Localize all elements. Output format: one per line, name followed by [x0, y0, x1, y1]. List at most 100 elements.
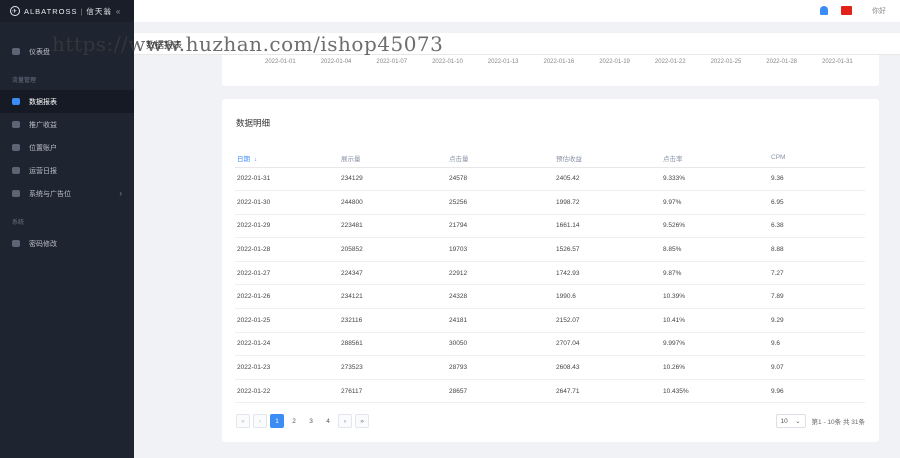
table-cell: 2405.42 [554, 167, 661, 192]
page-button-1[interactable]: 1 [270, 414, 284, 428]
table-row: 2022-01-29 223481 21794 1661.14 9.526% 6.38 [235, 214, 865, 239]
brand: ✈ ALBATROSS | 信天翁 « [0, 0, 134, 22]
sidebar-item-system-adslot[interactable]: 系统与广告位 › [0, 182, 134, 205]
table-cell: 9.997% [661, 332, 769, 357]
table-cell: 276117 [339, 379, 447, 404]
table-cell: 8.88 [769, 237, 865, 262]
chart-x-tick: 2022-01-01 [265, 59, 296, 65]
table-cell: 1526.57 [554, 237, 661, 262]
chevron-down-icon: ⌄ [795, 418, 801, 425]
topbar: 你好 [134, 0, 900, 22]
chart-x-tick: 2022-01-31 [822, 59, 853, 65]
table-cell: 6.95 [769, 190, 865, 215]
sidebar: ✈ ALBATROSS | 信天翁 « 仪表盘 流量管理 数据报表 推广收益 位… [0, 0, 134, 458]
next-page-button[interactable]: › [338, 414, 352, 428]
table-row: 2022-01-25 232116 24181 2152.07 10.41% 9.29 [235, 308, 865, 333]
table-cell: 1998.72 [554, 190, 661, 215]
wallet-icon [12, 121, 20, 128]
table-cell: 223481 [339, 214, 447, 239]
nav-group-system: 系统 [12, 220, 25, 226]
table-cell: 2022-01-29 [235, 214, 339, 239]
table-cell: 205852 [339, 237, 447, 262]
table-cell: 9.526% [661, 214, 769, 239]
sidebar-item-label: 位置账户 [29, 144, 57, 152]
table-cell: 28657 [447, 379, 554, 404]
pagination: « ‹ 1 2 3 4 › » [236, 414, 369, 428]
chart-x-tick: 2022-01-10 [432, 59, 463, 65]
language-flag-icon[interactable] [841, 6, 852, 15]
table-cell: 19703 [447, 237, 554, 262]
chart-x-tick: 2022-01-19 [599, 59, 630, 65]
sidebar-item-data-report[interactable]: 数据报表 [0, 90, 134, 113]
table-cell: 28793 [447, 355, 554, 380]
sort-desc-icon[interactable]: ↓ [254, 156, 257, 163]
table-cell: 234121 [339, 284, 447, 310]
table-cell: 2022-01-27 [235, 261, 339, 286]
sidebar-item-change-password[interactable]: 密码修改 [0, 232, 134, 255]
page-button-4[interactable]: 4 [321, 414, 335, 428]
table-cell: 9.07 [769, 355, 865, 380]
chart-x-tick: 2022-01-25 [710, 59, 742, 65]
user-menu[interactable]: 你好 [872, 6, 886, 16]
shield-icon [12, 240, 20, 247]
chart-icon [12, 167, 20, 174]
table-cell: 2022-01-25 [235, 308, 339, 333]
table-row: 2022-01-30 244800 25256 1998.72 9.97% 6.95 [235, 190, 865, 215]
table-cell: 22912 [447, 261, 554, 286]
chart-x-tick: 2022-01-07 [376, 59, 408, 65]
table-header-row: 日期 ↓ 展示量 点击量 预估收益 点击率 CPM [235, 149, 865, 168]
brand-name: ALBATROSS [24, 6, 78, 16]
table-cell: 234129 [339, 167, 447, 192]
sidebar-item-daily-report[interactable]: 运营日报 [0, 159, 134, 182]
table-cell: 2022-01-22 [235, 379, 339, 404]
col-header-ctr[interactable]: 点击率 [661, 149, 769, 168]
data-detail-card: 数据明细 日期 ↓ 展示量 点击量 预估收益 点击率 CPM 2022-01-31… [222, 99, 879, 442]
sidebar-item-dashboard[interactable]: 仪表盘 [0, 40, 134, 63]
col-header-revenue[interactable]: 预估收益 [554, 149, 661, 168]
table-cell: 7.89 [769, 284, 865, 310]
col-header-impressions[interactable]: 展示量 [339, 149, 447, 168]
col-header-clicks[interactable]: 点击量 [447, 149, 554, 168]
chart-x-tick: 2022-01-04 [320, 59, 352, 65]
sidebar-item-promotion-income[interactable]: 推广收益 [0, 113, 134, 136]
table-cell: 288561 [339, 332, 447, 357]
page-size-select[interactable]: 10 ⌄ [775, 414, 806, 428]
bell-icon[interactable] [820, 6, 828, 15]
table-cell: 244800 [339, 190, 447, 215]
pagination-summary: 第1 - 10条 共 31条 [811, 419, 865, 426]
dashboard-icon [12, 48, 20, 55]
table-row: 2022-01-22 276117 28657 2647.71 10.435% 9.96 [235, 379, 865, 404]
table-cell: 273523 [339, 355, 447, 380]
first-page-button[interactable]: « [236, 414, 250, 428]
table-cell: 6.38 [769, 214, 865, 239]
chart-x-tick: 2022-01-22 [654, 59, 686, 65]
sidebar-item-label: 系统与广告位 [29, 190, 71, 198]
sidebar-item-label: 密码修改 [29, 240, 57, 248]
pagination-info: 10 ⌄ 第1 - 10条 共 31条 [775, 414, 865, 428]
table-cell: 10.435% [661, 379, 769, 404]
data-table: 日期 ↓ 展示量 点击量 预估收益 点击率 CPM 2022-01-31 23412… [235, 149, 865, 404]
page-button-3[interactable]: 3 [304, 414, 318, 428]
table-row: 2022-01-31 234129 24578 2405.42 9.333% 9.36 [235, 167, 865, 192]
table-cell: 9.96 [769, 379, 865, 404]
table-cell: 2022-01-23 [235, 355, 339, 380]
chart-x-tick: 2022-01-16 [543, 59, 575, 65]
sidebar-item-position-account[interactable]: 位置账户 [0, 136, 134, 159]
last-page-button[interactable]: » [355, 414, 369, 428]
sidebar-item-label: 推广收益 [29, 121, 57, 129]
page-title: 数据报表 [146, 40, 183, 50]
brand-sub: 信天翁 [86, 6, 112, 16]
col-header-date[interactable]: 日期 ↓ [235, 149, 339, 168]
trend-chart-card: 2022-01-01 2022-01-04 2022-01-07 2022-01-10… [222, 55, 879, 86]
table-cell: 2152.07 [554, 308, 661, 333]
breadcrumb: 数据报表 [134, 33, 900, 55]
table-cell: 8.85% [661, 237, 769, 262]
prev-page-button[interactable]: ‹ [253, 414, 267, 428]
table-cell: 1742.93 [554, 261, 661, 286]
table-cell: 9.333% [661, 167, 769, 192]
page-button-2[interactable]: 2 [287, 414, 301, 428]
table-row: 2022-01-28 205852 19703 1526.57 8.85% 8.88 [235, 237, 865, 262]
collapse-sidebar-icon[interactable]: « [116, 7, 121, 16]
table-cell: 2022-01-31 [235, 167, 339, 192]
col-header-cpm[interactable]: CPM [769, 149, 865, 168]
